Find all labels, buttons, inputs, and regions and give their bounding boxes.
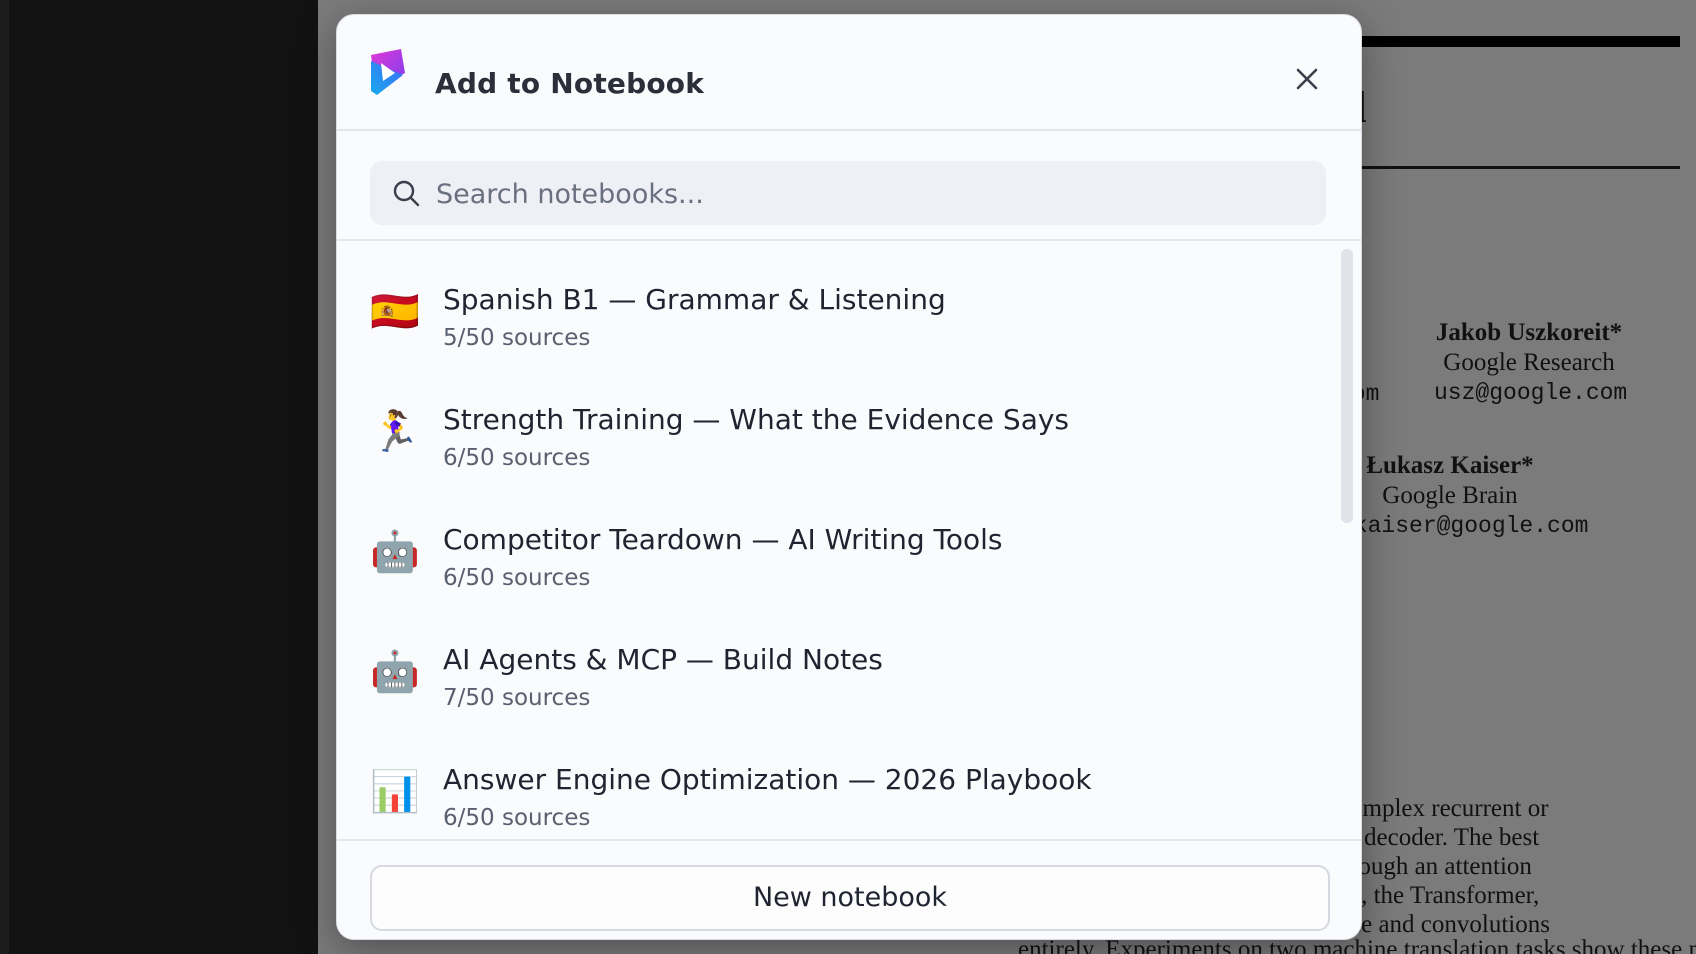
dialog-header: Add to Notebook (337, 15, 1361, 131)
notebook-name: Spanish B1 — Grammar & Listening (443, 283, 946, 316)
notebook-source-count: 5/50 sources (443, 325, 591, 351)
robot-icon: 🤖 (370, 529, 420, 575)
notebook-item-competitor-teardown[interactable]: 🤖 Competitor Teardown — AI Writing Tools… (337, 481, 1337, 601)
notebook-source-count: 6/50 sources (443, 805, 591, 831)
list-scrollbar[interactable] (1341, 249, 1353, 523)
notebook-source-count: 6/50 sources (443, 565, 591, 591)
notebook-item-strength-training[interactable]: 🏃‍♀️ Strength Training — What the Eviden… (337, 361, 1337, 481)
notebook-item-ai-agents-mcp[interactable]: 🤖 AI Agents & MCP — Build Notes 7/50 sou… (337, 601, 1337, 721)
search-section (337, 131, 1361, 241)
notebook-app-logo-icon (371, 49, 405, 95)
notebook-list: 🇪🇸 Spanish B1 — Grammar & Listening 5/50… (337, 241, 1337, 839)
notebook-item-answer-engine-optimization[interactable]: 📊 Answer Engine Optimization — 2026 Play… (337, 721, 1337, 839)
close-icon[interactable] (1289, 61, 1325, 97)
dialog-footer: New notebook (337, 839, 1361, 939)
dialog-title: Add to Notebook (435, 67, 705, 100)
new-notebook-button[interactable]: New notebook (370, 865, 1330, 931)
spain-flag-icon: 🇪🇸 (370, 289, 420, 335)
notebook-name: AI Agents & MCP — Build Notes (443, 643, 883, 676)
notebook-source-count: 6/50 sources (443, 445, 591, 471)
add-to-notebook-dialog: Add to Notebook 🇪🇸 Spanish B1 — Grammar … (336, 14, 1362, 940)
runner-icon: 🏃‍♀️ (370, 409, 420, 455)
search-box[interactable] (370, 161, 1326, 225)
robot-icon: 🤖 (370, 649, 420, 695)
notebook-item-spanish-b1[interactable]: 🇪🇸 Spanish B1 — Grammar & Listening 5/50… (337, 241, 1337, 361)
bar-chart-icon: 📊 (370, 769, 420, 815)
notebook-source-count: 7/50 sources (443, 685, 591, 711)
search-input[interactable] (434, 169, 1298, 219)
notebook-name: Answer Engine Optimization — 2026 Playbo… (443, 763, 1092, 796)
notebook-name: Strength Training — What the Evidence Sa… (443, 403, 1070, 436)
notebook-name: Competitor Teardown — AI Writing Tools (443, 523, 1003, 556)
search-icon (393, 180, 420, 207)
